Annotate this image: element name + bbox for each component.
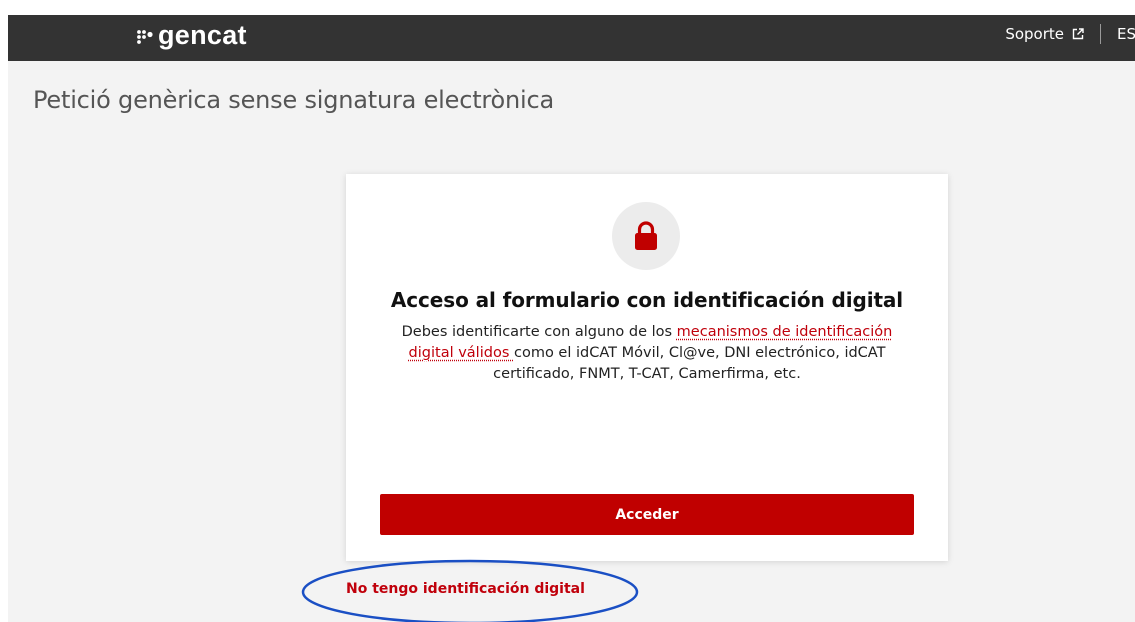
language-selector[interactable]: ES bbox=[1117, 25, 1135, 43]
top-bar: gencat Soporte ES bbox=[8, 15, 1135, 61]
card-heading: Acceso al formulario con identificación … bbox=[390, 288, 904, 312]
nav-divider bbox=[1100, 24, 1101, 44]
annotation-ellipse bbox=[301, 559, 639, 622]
top-right-nav: Soporte ES bbox=[1005, 15, 1135, 53]
card-description: Debes identificarte con alguno de los me… bbox=[396, 322, 898, 385]
description-text-end: como el idCAT Móvil, Cl@ve, DNI electrón… bbox=[493, 345, 886, 382]
support-label: Soporte bbox=[1005, 25, 1064, 43]
page-title: Petició genèrica sense signatura electrò… bbox=[33, 86, 555, 114]
external-link-icon bbox=[1072, 28, 1084, 40]
access-button[interactable]: Acceder bbox=[380, 494, 914, 535]
lock-badge bbox=[612, 202, 680, 270]
gencat-dots-icon bbox=[137, 30, 153, 44]
description-text-start: Debes identificarte con alguno de los bbox=[401, 324, 677, 340]
login-card: Acceso al formulario con identificación … bbox=[346, 174, 948, 561]
support-link[interactable]: Soporte bbox=[1005, 25, 1084, 43]
gencat-logo[interactable]: gencat bbox=[136, 20, 247, 50]
lock-icon bbox=[635, 221, 657, 250]
brand-name: gencat bbox=[158, 20, 247, 50]
